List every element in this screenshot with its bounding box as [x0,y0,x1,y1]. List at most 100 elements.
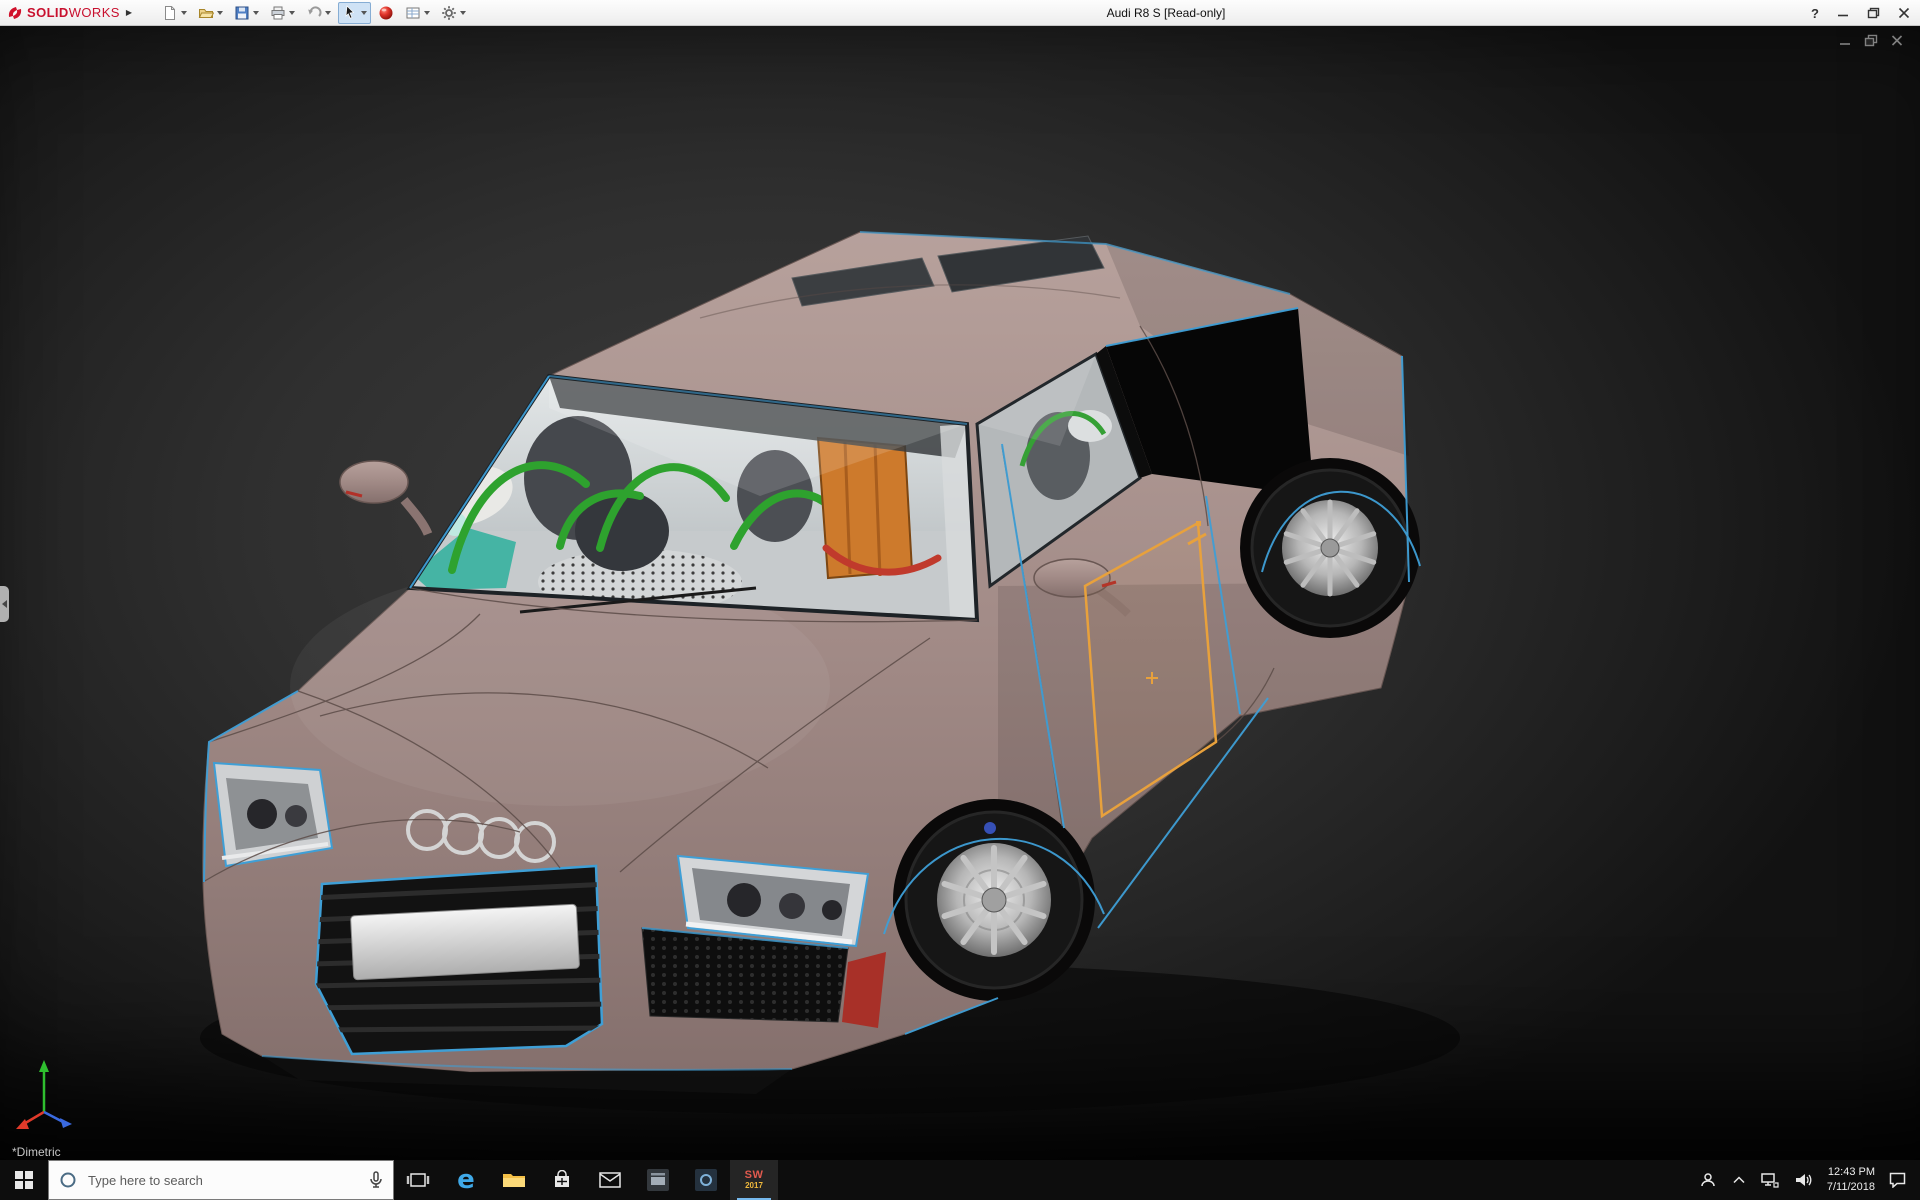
dropdown-arrow[interactable] [361,11,367,15]
doc-minimize-button[interactable] [1838,34,1852,47]
new-document-icon [162,5,178,21]
start-button[interactable] [0,1160,48,1200]
dropdown-arrow[interactable] [253,11,259,15]
minimize-icon [1837,7,1849,19]
pinned-app-icon-2 [695,1169,717,1191]
minimize-button[interactable] [1837,7,1849,19]
open-button[interactable] [194,2,227,24]
mail-button[interactable] [586,1160,634,1200]
store-icon [552,1170,572,1190]
doc-close-button[interactable] [1890,34,1904,47]
microphone-icon[interactable] [369,1171,383,1189]
close-icon [1898,7,1910,19]
save-icon [234,5,250,21]
brake-caliper [984,822,996,834]
cortana-icon [59,1171,77,1189]
volume-icon [1795,1173,1813,1187]
people-button[interactable] [1697,1160,1719,1200]
select-cursor-icon [342,5,358,21]
dropdown-arrow[interactable] [424,11,430,15]
volume-button[interactable] [1793,1160,1815,1200]
windows-logo-icon [15,1171,33,1189]
brand-works: WORKS [69,5,120,20]
dropdown-arrow[interactable] [181,11,187,15]
taskbar-clock[interactable]: 12:43 PM 7/11/2018 [1827,1165,1875,1195]
appearance-button[interactable] [374,2,398,24]
feature-panel-collapse-tab[interactable] [0,586,9,622]
undo-button[interactable] [302,2,335,24]
sheet-format-icon [405,5,421,21]
solidworks-logo: SOLIDWORKS [0,4,120,22]
system-tray: 12:43 PM 7/11/2018 [1691,1160,1920,1200]
network-button[interactable] [1759,1160,1781,1200]
dropdown-arrow[interactable] [289,11,295,15]
clock-date: 7/11/2018 [1827,1180,1875,1195]
solidworks-logo-icon [6,4,24,22]
options-button[interactable] [437,2,470,24]
new-document-button[interactable] [158,2,191,24]
chevron-up-icon [1733,1176,1745,1184]
left-mirror[interactable] [340,461,428,534]
close-button[interactable] [1898,7,1910,19]
dropdown-arrow[interactable] [460,11,466,15]
brand-text: SOLIDWORKS [27,5,120,20]
hidden-icons-button[interactable] [1731,1160,1747,1200]
task-view-icon [406,1171,430,1189]
help-button[interactable]: ? [1811,6,1819,21]
print-icon [270,5,286,21]
restore-icon [1867,7,1880,19]
undo-icon [306,5,322,21]
file-explorer-icon [502,1171,526,1189]
task-view-button[interactable] [394,1160,442,1200]
clock-time: 12:43 PM [1828,1165,1875,1180]
search-input[interactable] [86,1172,360,1189]
rear-wheel[interactable] [1240,458,1420,638]
orientation-triad [8,1054,80,1136]
front-grille[interactable] [310,866,610,1054]
restore-button[interactable] [1867,7,1880,19]
front-wheel[interactable] [893,799,1095,1001]
pinned-app-button-2[interactable] [682,1160,730,1200]
app-titlebar: SOLIDWORKS ▶ [0,0,1920,26]
gear-icon [441,5,457,21]
solidworks-icon-year: 2017 [745,1182,763,1190]
car-model[interactable] [203,232,1420,1094]
solidworks-app-icon: SW 2017 [745,1170,764,1190]
edge-icon: e [457,1167,475,1193]
sheet-format-button[interactable] [401,2,434,24]
window-controls: ? [1793,0,1920,26]
main-toolbar [158,2,470,24]
graphics-viewport[interactable]: *Dimetric [0,26,1920,1160]
solidworks-taskbar-button[interactable]: SW 2017 [730,1160,778,1200]
window-title: Audi R8 S [Read-only] [1107,6,1226,20]
action-center-icon [1889,1172,1906,1188]
model-canvas[interactable] [0,26,1920,1160]
view-orientation-label: *Dimetric [12,1145,61,1159]
doc-close-icon [1890,34,1904,47]
file-explorer-button[interactable] [490,1160,538,1200]
action-center-button[interactable] [1887,1160,1908,1200]
doc-minimize-icon [1838,34,1852,47]
document-window-controls [1838,34,1904,47]
edge-button[interactable]: e [442,1160,490,1200]
windows-taskbar: e SW [0,1160,1920,1200]
doc-restore-icon [1864,34,1878,47]
doc-restore-button[interactable] [1864,34,1878,47]
dropdown-arrow[interactable] [217,11,223,15]
people-icon [1699,1172,1717,1188]
taskbar-search[interactable] [48,1160,394,1200]
toolbar-flyout-arrow[interactable]: ▶ [126,8,132,17]
brand-solid: SOLID [27,5,69,20]
save-button[interactable] [230,2,263,24]
dropdown-arrow[interactable] [325,11,331,15]
left-headlight[interactable] [214,763,332,866]
select-tool-button[interactable] [338,2,371,24]
print-button[interactable] [266,2,299,24]
screen: { "titlebar": { "brand": { "solid": "SOL… [0,0,1920,1200]
open-folder-icon [198,5,214,21]
store-button[interactable] [538,1160,586,1200]
license-plate [350,904,579,980]
pinned-app-icon-1 [647,1169,669,1191]
pinned-app-button-1[interactable] [634,1160,682,1200]
network-icon [1761,1173,1779,1188]
